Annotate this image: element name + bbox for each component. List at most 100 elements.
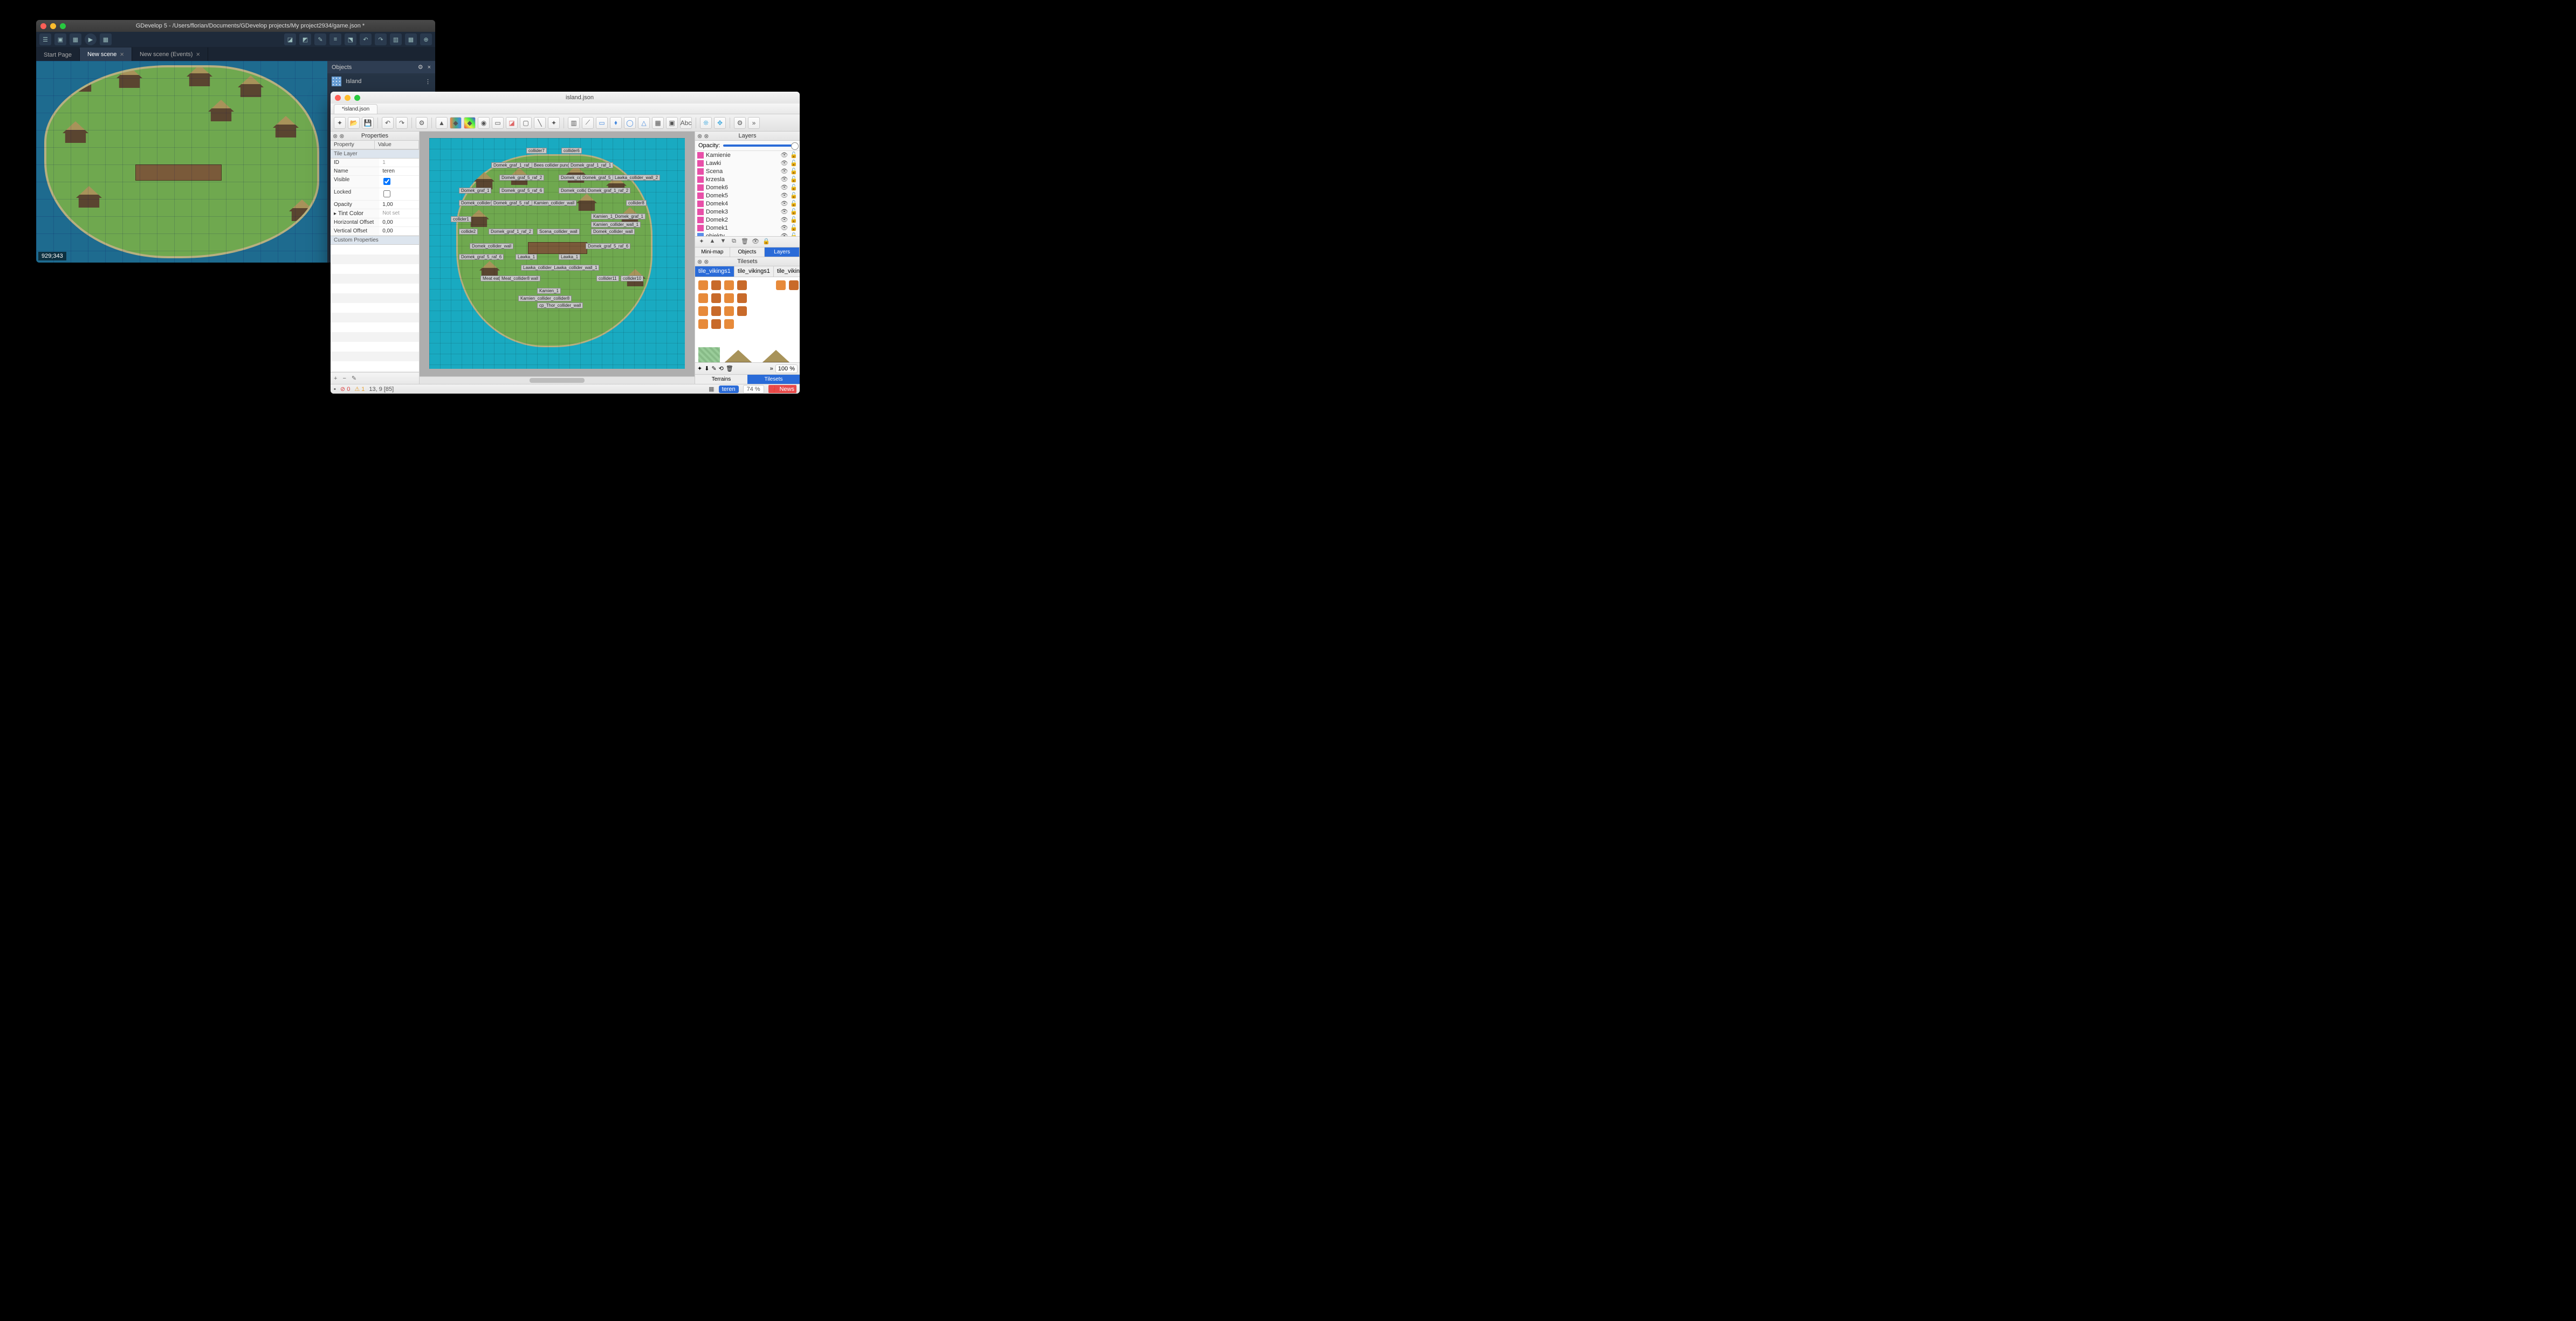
object-label[interactable]: collider1	[451, 216, 471, 222]
tile-sprite[interactable]	[698, 306, 708, 316]
bucket-icon[interactable]: ✦	[548, 117, 560, 129]
tab-new-scene[interactable]: New scene×	[80, 47, 132, 61]
duplicate-icon[interactable]: ⧉	[730, 238, 738, 246]
tile-sprite[interactable]	[711, 319, 721, 329]
object-label[interactable]: Domek_graf_1_raf_2	[586, 188, 630, 194]
command-icon[interactable]: ⚙	[416, 117, 428, 129]
lock-icon[interactable]: 🔓	[790, 160, 798, 167]
replace-icon[interactable]: ⟲	[719, 365, 724, 372]
close-icon[interactable]	[335, 95, 341, 101]
object-label[interactable]: Domek_graf_5_raf_2	[499, 175, 544, 181]
visible-icon[interactable]: 👁	[780, 192, 788, 199]
stamp-icon[interactable]: ▲	[436, 117, 448, 129]
visible-icon[interactable]: 👁	[780, 208, 788, 215]
visible-icon[interactable]: 👁	[780, 160, 788, 167]
close-icon[interactable]: ⊗ ⊗	[333, 133, 345, 140]
insert-polygon-icon[interactable]: △	[638, 117, 650, 129]
object-item-island[interactable]: Island ⋮	[327, 73, 435, 90]
visible-icon[interactable]: 👁	[780, 232, 788, 236]
layer-row[interactable]: Kamienie👁🔓	[695, 151, 800, 159]
scrollbar-thumb[interactable]	[530, 378, 585, 383]
embed-icon[interactable]: ⬇	[704, 365, 709, 372]
news-badge[interactable]: ❗ News	[768, 385, 796, 393]
horizontal-scrollbar[interactable]	[420, 376, 695, 384]
save-icon[interactable]: 💾	[362, 117, 374, 129]
new-tileset-icon[interactable]: ✦	[697, 365, 702, 372]
preview-icon[interactable]: ▦	[100, 33, 112, 45]
close-icon[interactable]	[40, 23, 46, 29]
lock-icon[interactable]: 🔓	[790, 232, 798, 236]
eraser-icon[interactable]: ◪	[506, 117, 518, 129]
down-icon[interactable]: ▼	[719, 238, 727, 246]
object-label[interactable]: Scena_collider_wall	[537, 229, 580, 235]
select-objects-icon[interactable]: ▥	[568, 117, 580, 129]
move-icon[interactable]: ✥	[714, 117, 726, 129]
chevron-right-icon[interactable]: »	[748, 117, 760, 129]
tile-sprite[interactable]	[698, 280, 708, 290]
warning-count-icon[interactable]: ⚠ 1	[354, 386, 365, 393]
minimize-icon[interactable]	[345, 95, 351, 101]
lock-icon[interactable]: 🔓	[790, 224, 798, 231]
property-value[interactable]: 1,00	[379, 201, 419, 209]
insert-rectangle-icon[interactable]: ▭	[596, 117, 608, 129]
edit-property-icon[interactable]: ✎	[352, 375, 356, 382]
object-label[interactable]: Kamien_collider_wall	[532, 200, 576, 206]
redo-icon[interactable]: ↷	[375, 33, 387, 45]
tab-terrains[interactable]: Terrains	[695, 375, 747, 384]
insert-ellipse-icon[interactable]: ◯	[624, 117, 636, 129]
object-label[interactable]: Kamien_1	[537, 288, 561, 294]
new-icon[interactable]: ✦	[334, 117, 346, 129]
lock-icon[interactable]: 🔓	[790, 200, 798, 207]
gear-icon[interactable]: ⚙	[734, 117, 746, 129]
layer-row[interactable]: Domek2👁🔓	[695, 216, 800, 224]
object-label[interactable]: Domek_collider_wall	[591, 229, 635, 235]
zoom-select[interactable]: 74 %	[743, 385, 764, 394]
object-label[interactable]: Kamien_collider_collider8	[518, 295, 572, 301]
tile-sprite[interactable]	[789, 280, 799, 290]
select-same-icon[interactable]: ╲	[534, 117, 546, 129]
zoom-fit-icon[interactable]: ⊕	[420, 33, 432, 45]
tab-new-scene-events[interactable]: New scene (Events)×	[132, 47, 208, 61]
object-label[interactable]: Lawka_collider_wall_2	[613, 175, 660, 181]
layer-row[interactable]: Domek3👁🔓	[695, 208, 800, 216]
property-value[interactable]: Not set	[379, 209, 419, 218]
lock-icon[interactable]: 🔓	[790, 216, 798, 223]
visible-icon[interactable]: 👁	[780, 152, 788, 159]
tile-sprite[interactable]	[711, 306, 721, 316]
layer-row[interactable]: Scena👁🔓	[695, 167, 800, 175]
tile-sprite[interactable]	[711, 280, 721, 290]
tile-hut[interactable]	[722, 350, 754, 362]
object-label[interactable]: Lawka_collider_Lawka_collider_wall_1	[521, 265, 599, 271]
layer-row[interactable]: Domek5👁🔓	[695, 191, 800, 199]
close-icon[interactable]: ⊗ ⊗	[697, 258, 709, 265]
edit-icon[interactable]: ✎	[314, 33, 326, 45]
layer-select[interactable]: teren	[719, 386, 739, 393]
tileset-zoom[interactable]: 100 %	[775, 364, 798, 373]
tile-terrain[interactable]	[698, 347, 720, 362]
tile-sprite[interactable]	[698, 319, 708, 329]
property-value[interactable]: 0,00	[379, 218, 419, 226]
scene-canvas[interactable]: 929;343	[36, 61, 327, 263]
edit-polygon-icon[interactable]: ⟋	[582, 117, 594, 129]
object-label[interactable]: Lawka_1	[516, 254, 537, 260]
tile-sprite[interactable]	[737, 306, 747, 316]
object-label[interactable]: Lawka_1	[559, 254, 580, 260]
insert-tile-icon[interactable]: ▦	[652, 117, 664, 129]
object-label[interactable]: collider10	[621, 276, 643, 281]
error-count-icon[interactable]: ⊘ 0	[340, 386, 350, 393]
chevron-right-icon[interactable]: »	[770, 366, 773, 372]
tab-tilesets[interactable]: Tilesets	[747, 375, 800, 384]
up-icon[interactable]: ▲	[708, 238, 717, 246]
tab-minimap[interactable]: Mini-map	[695, 247, 730, 257]
lock-icon[interactable]: 🔓	[790, 208, 798, 215]
tool-icon[interactable]: ◩	[299, 33, 311, 45]
lock-icon[interactable]: 🔓	[790, 152, 798, 159]
remove-property-icon[interactable]: −	[342, 375, 346, 382]
object-label[interactable]: Domek_collider_wall	[470, 243, 513, 249]
maximize-icon[interactable]	[60, 23, 66, 29]
property-value[interactable]: teren	[379, 167, 419, 175]
delete-icon[interactable]: 🗑	[740, 238, 749, 246]
rect-select-icon[interactable]: ▭	[492, 117, 504, 129]
locked-checkbox[interactable]	[383, 190, 390, 197]
tile-sprite[interactable]	[776, 280, 786, 290]
